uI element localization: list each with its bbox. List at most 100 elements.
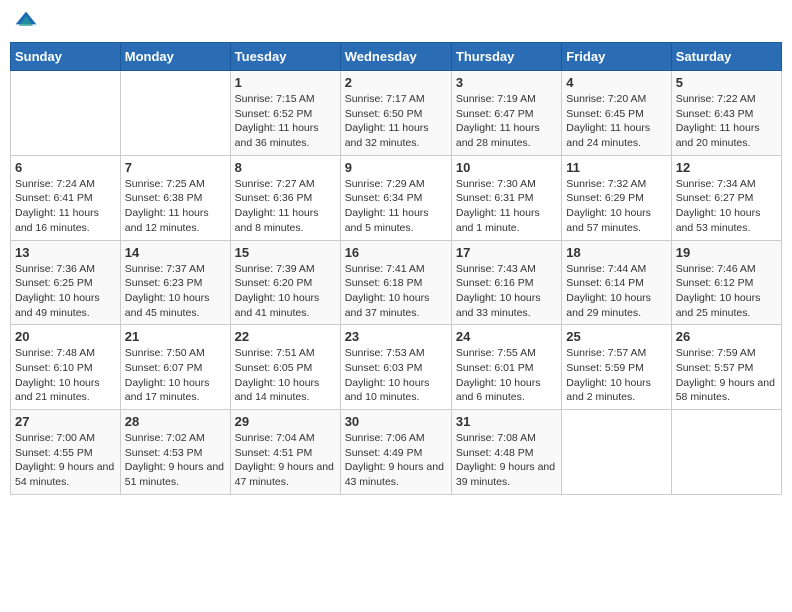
day-info: Sunrise: 7:25 AM Sunset: 6:38 PM Dayligh… [125,177,226,236]
day-info: Sunrise: 7:00 AM Sunset: 4:55 PM Dayligh… [15,431,116,490]
day-cell: 25 Sunrise: 7:57 AM Sunset: 5:59 PM Dayli… [562,325,671,410]
day-number: 6 [15,160,116,175]
day-cell: 28 Sunrise: 7:02 AM Sunset: 4:53 PM Dayli… [120,410,230,495]
day-cell: 18 Sunrise: 7:44 AM Sunset: 6:14 PM Dayli… [562,240,671,325]
week-row-4: 20 Sunrise: 7:48 AM Sunset: 6:10 PM Dayli… [11,325,782,410]
day-number: 9 [345,160,447,175]
day-number: 12 [676,160,777,175]
header-row: SundayMondayTuesdayWednesdayThursdayFrid… [11,43,782,71]
day-number: 10 [456,160,557,175]
day-cell: 17Sunrise: 7:43 AM Sunset: 6:16 PM Dayli… [451,240,561,325]
day-number: 30 [345,414,447,429]
day-cell: 23 Sunrise: 7:53 AM Sunset: 6:03 PM Dayli… [340,325,451,410]
day-cell: 11 Sunrise: 7:32 AM Sunset: 6:29 PM Dayli… [562,155,671,240]
header-day-wednesday: Wednesday [340,43,451,71]
day-cell: 21 Sunrise: 7:50 AM Sunset: 6:07 PM Dayli… [120,325,230,410]
day-cell: 19 Sunrise: 7:46 AM Sunset: 6:12 PM Dayli… [671,240,781,325]
day-cell: 31 Sunrise: 7:08 AM Sunset: 4:48 PM Dayli… [451,410,561,495]
day-number: 4 [566,75,666,90]
logo [14,10,40,34]
day-number: 20 [15,329,116,344]
week-row-2: 6 Sunrise: 7:24 AM Sunset: 6:41 PM Daylig… [11,155,782,240]
day-cell: 24 Sunrise: 7:55 AM Sunset: 6:01 PM Dayli… [451,325,561,410]
day-cell: 8Sunrise: 7:27 AM Sunset: 6:36 PM Daylig… [230,155,340,240]
day-info: Sunrise: 7:57 AM Sunset: 5:59 PM Dayligh… [566,346,666,405]
day-info: Sunrise: 7:20 AM Sunset: 6:45 PM Dayligh… [566,92,666,151]
day-info: Sunrise: 7:19 AM Sunset: 6:47 PM Dayligh… [456,92,557,151]
day-info: Sunrise: 7:36 AM Sunset: 6:25 PM Dayligh… [15,262,116,321]
day-cell [562,410,671,495]
day-info: Sunrise: 7:41 AM Sunset: 6:18 PM Dayligh… [345,262,447,321]
week-row-5: 27 Sunrise: 7:00 AM Sunset: 4:55 PM Dayli… [11,410,782,495]
day-cell: 26 Sunrise: 7:59 AM Sunset: 5:57 PM Dayli… [671,325,781,410]
day-cell: 22Sunrise: 7:51 AM Sunset: 6:05 PM Dayli… [230,325,340,410]
header-day-friday: Friday [562,43,671,71]
day-number: 31 [456,414,557,429]
day-cell: 20 Sunrise: 7:48 AM Sunset: 6:10 PM Dayli… [11,325,121,410]
day-cell: 7 Sunrise: 7:25 AM Sunset: 6:38 PM Daylig… [120,155,230,240]
day-number: 17 [456,245,557,260]
day-number: 26 [676,329,777,344]
day-info: Sunrise: 7:53 AM Sunset: 6:03 PM Dayligh… [345,346,447,405]
day-info: Sunrise: 7:02 AM Sunset: 4:53 PM Dayligh… [125,431,226,490]
day-cell: 16 Sunrise: 7:41 AM Sunset: 6:18 PM Dayli… [340,240,451,325]
day-number: 25 [566,329,666,344]
day-info: Sunrise: 7:55 AM Sunset: 6:01 PM Dayligh… [456,346,557,405]
day-cell: 14Sunrise: 7:37 AM Sunset: 6:23 PM Dayli… [120,240,230,325]
day-info: Sunrise: 7:08 AM Sunset: 4:48 PM Dayligh… [456,431,557,490]
day-info: Sunrise: 7:22 AM Sunset: 6:43 PM Dayligh… [676,92,777,151]
day-cell [671,410,781,495]
day-info: Sunrise: 7:34 AM Sunset: 6:27 PM Dayligh… [676,177,777,236]
day-number: 14 [125,245,226,260]
day-number: 15 [235,245,336,260]
day-number: 5 [676,75,777,90]
calendar-header: SundayMondayTuesdayWednesdayThursdayFrid… [11,43,782,71]
day-number: 19 [676,245,777,260]
day-number: 18 [566,245,666,260]
day-number: 27 [15,414,116,429]
day-info: Sunrise: 7:32 AM Sunset: 6:29 PM Dayligh… [566,177,666,236]
header-day-thursday: Thursday [451,43,561,71]
header-day-tuesday: Tuesday [230,43,340,71]
day-cell: 13Sunrise: 7:36 AM Sunset: 6:25 PM Dayli… [11,240,121,325]
day-number: 24 [456,329,557,344]
day-number: 8 [235,160,336,175]
day-number: 23 [345,329,447,344]
day-info: Sunrise: 7:24 AM Sunset: 6:41 PM Dayligh… [15,177,116,236]
day-info: Sunrise: 7:50 AM Sunset: 6:07 PM Dayligh… [125,346,226,405]
day-number: 21 [125,329,226,344]
day-info: Sunrise: 7:15 AM Sunset: 6:52 PM Dayligh… [235,92,336,151]
day-info: Sunrise: 7:46 AM Sunset: 6:12 PM Dayligh… [676,262,777,321]
day-info: Sunrise: 7:30 AM Sunset: 6:31 PM Dayligh… [456,177,557,236]
day-cell [120,71,230,156]
day-info: Sunrise: 7:29 AM Sunset: 6:34 PM Dayligh… [345,177,447,236]
day-info: Sunrise: 7:44 AM Sunset: 6:14 PM Dayligh… [566,262,666,321]
day-cell: 2Sunrise: 7:17 AM Sunset: 6:50 PM Daylig… [340,71,451,156]
calendar-table: SundayMondayTuesdayWednesdayThursdayFrid… [10,42,782,495]
week-row-1: 1 Sunrise: 7:15 AM Sunset: 6:52 PM Daylig… [11,71,782,156]
day-info: Sunrise: 7:04 AM Sunset: 4:51 PM Dayligh… [235,431,336,490]
day-number: 22 [235,329,336,344]
day-cell: 29 Sunrise: 7:04 AM Sunset: 4:51 PM Dayli… [230,410,340,495]
day-info: Sunrise: 7:59 AM Sunset: 5:57 PM Dayligh… [676,346,777,405]
day-cell: 15Sunrise: 7:39 AM Sunset: 6:20 PM Dayli… [230,240,340,325]
day-number: 1 [235,75,336,90]
day-info: Sunrise: 7:48 AM Sunset: 6:10 PM Dayligh… [15,346,116,405]
day-number: 16 [345,245,447,260]
day-cell: 1 Sunrise: 7:15 AM Sunset: 6:52 PM Daylig… [230,71,340,156]
day-cell: 27 Sunrise: 7:00 AM Sunset: 4:55 PM Dayli… [11,410,121,495]
day-cell: 30Sunrise: 7:06 AM Sunset: 4:49 PM Dayli… [340,410,451,495]
day-number: 29 [235,414,336,429]
week-row-3: 13Sunrise: 7:36 AM Sunset: 6:25 PM Dayli… [11,240,782,325]
day-cell: 4 Sunrise: 7:20 AM Sunset: 6:45 PM Daylig… [562,71,671,156]
day-cell: 5 Sunrise: 7:22 AM Sunset: 6:43 PM Daylig… [671,71,781,156]
day-cell: 10 Sunrise: 7:30 AM Sunset: 6:31 PM Dayli… [451,155,561,240]
day-number: 11 [566,160,666,175]
day-number: 3 [456,75,557,90]
header-day-saturday: Saturday [671,43,781,71]
day-number: 7 [125,160,226,175]
day-number: 28 [125,414,226,429]
calendar-body: 1 Sunrise: 7:15 AM Sunset: 6:52 PM Daylig… [11,71,782,495]
day-cell: 9 Sunrise: 7:29 AM Sunset: 6:34 PM Daylig… [340,155,451,240]
header-day-monday: Monday [120,43,230,71]
